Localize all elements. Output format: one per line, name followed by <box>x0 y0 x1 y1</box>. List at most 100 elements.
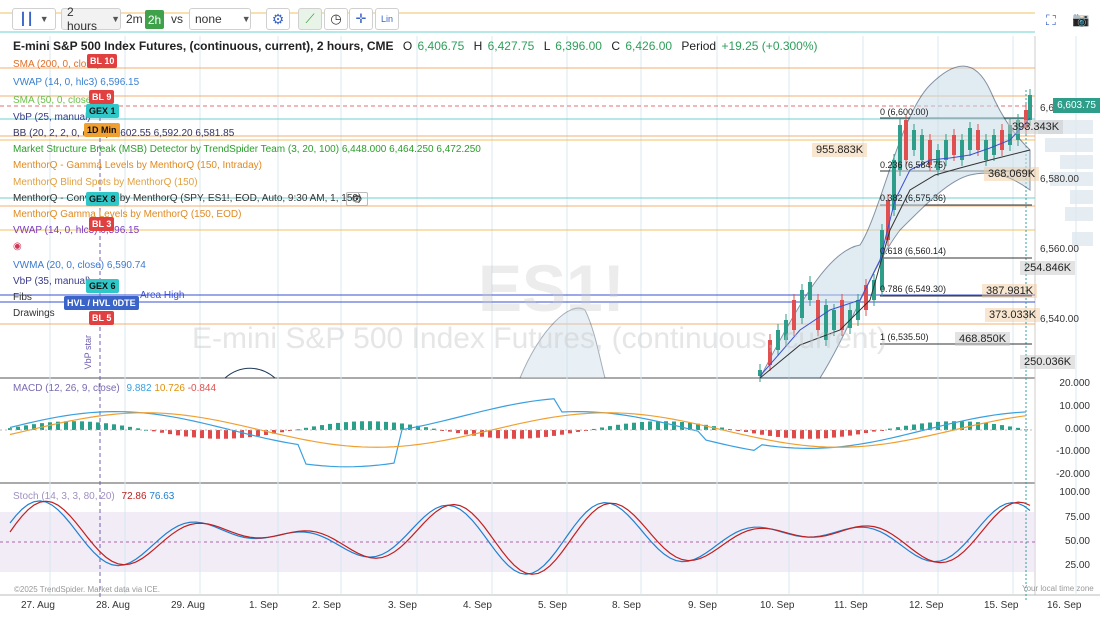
replay-button[interactable]: ◷ <box>324 8 348 30</box>
level-badge: GEX 6 <box>86 279 119 293</box>
macd-histogram-bar <box>816 430 820 439</box>
chart-type-button[interactable]: ┃┃ ▼ <box>12 8 56 30</box>
macd-histogram-bar <box>624 423 628 430</box>
fib-level-label: 0.236 (6,584.75) <box>880 160 947 170</box>
macd-histogram-bar <box>240 430 244 438</box>
settings-dot-icon[interactable]: ◉ <box>13 241 22 252</box>
macd-histogram-bar <box>176 430 180 436</box>
macd-legend: MACD (12, 26, 9, close) 9.882 10.726 -0.… <box>13 383 216 394</box>
date-tick-label: 3. Sep <box>388 600 417 611</box>
macd-histogram-bar <box>992 423 996 430</box>
macd-signal-value: 10.726 <box>154 383 185 394</box>
interval-value: 2 hours <box>67 5 98 33</box>
macd-tick-label: -20.000 <box>1056 469 1090 480</box>
macd-histogram-bar <box>768 430 772 436</box>
indicator-legend-item[interactable]: MenthorQ Gamma Levels by MenthorQ (150, … <box>13 209 241 220</box>
open-value: 6,406.75 <box>417 39 465 53</box>
indicator-legend-item[interactable]: MenthorQ - Gamma Levels by MenthorQ (150… <box>13 160 262 171</box>
macd-histogram-bar <box>368 421 372 430</box>
indicator-legend-item[interactable]: Market Structure Break (MSB) Detector by… <box>13 144 481 155</box>
indicator-legend-item[interactable]: VbP (25, manual) <box>13 112 91 123</box>
chart-title: E-mini S&P 500 Index Futures, (continuou… <box>13 39 394 53</box>
indicator-legend-item[interactable]: VbP (35, manual) <box>13 276 91 287</box>
date-tick-label: 4. Sep <box>463 600 492 611</box>
timezone-label[interactable]: Your local time zone <box>1022 584 1094 593</box>
price-tick-label: 6,580.00 <box>1040 174 1079 185</box>
scale-lin-button[interactable]: Lin <box>375 8 399 30</box>
macd-histogram-bar <box>184 430 188 437</box>
macd-histogram-bar <box>552 430 556 436</box>
crosshair-button[interactable]: ✛ <box>349 8 373 30</box>
quick-interval-2h[interactable]: 2h <box>145 10 164 29</box>
fib-level-label: 0.382 (6,575.36) <box>880 193 947 203</box>
macd-histogram-bar <box>512 430 516 439</box>
fib-level-label: 0.618 (6,560.14) <box>880 246 947 256</box>
macd-histogram-bar <box>24 425 28 430</box>
quick-interval-2m[interactable]: 2m <box>126 12 143 26</box>
stoch-tick-label: 75.00 <box>1064 512 1090 523</box>
visibility-eye-icon[interactable]: 👁 <box>346 192 368 206</box>
high-label: H <box>473 39 483 53</box>
date-tick-label: 29. Aug <box>171 600 205 611</box>
macd-tick-label: 10.000 <box>1059 401 1090 412</box>
macd-histogram-bar <box>632 422 636 430</box>
indicator-legend-item[interactable]: SMA (50, 0, close) <box>13 95 95 106</box>
macd-histogram-bar <box>1000 425 1004 430</box>
settings-button[interactable]: ⚙ <box>266 8 290 30</box>
date-tick-label: 16. Sep <box>1047 600 1082 611</box>
macd-histogram-bar <box>648 421 652 430</box>
macd-histogram-bar <box>656 421 660 430</box>
indicator-legend-item[interactable]: VWAP (14, 0, hlc3) 6,596.15 <box>13 225 139 236</box>
macd-histogram-bar <box>792 430 796 439</box>
interval-select[interactable]: 2 hours ▼ <box>61 5 121 33</box>
indicator-legend-item[interactable]: VWMA (20, 0, close) 6,590.74 <box>13 260 146 271</box>
stoch-k-value: 72.86 <box>121 491 147 502</box>
indicator-legend-item[interactable]: Drawings <box>13 308 55 319</box>
macd-histogram-bar <box>680 422 684 430</box>
indicator-legend-item[interactable]: Fibs <box>13 292 32 303</box>
stoch-tick-label: 25.00 <box>1064 560 1090 571</box>
indicator-legend-item[interactable]: VWAP (14, 0, hlc3) 6,596.15 <box>13 77 139 88</box>
fullscreen-icon[interactable]: ⛶ <box>1046 12 1056 29</box>
low-value: 6,396.00 <box>555 39 602 53</box>
macd-histogram-bar <box>200 430 204 439</box>
macd-histogram-bar <box>408 424 412 430</box>
macd-histogram-bar <box>464 430 468 435</box>
macd-histogram-bar <box>856 430 860 435</box>
volume-node-label: 254.846K <box>1020 261 1076 275</box>
macd-histogram-bar <box>752 430 756 434</box>
macd-histogram-bar <box>848 430 852 436</box>
macd-histogram-bar <box>72 421 76 430</box>
macd-histogram-bar <box>520 430 524 439</box>
camera-icon[interactable]: 📷 <box>1072 11 1089 28</box>
copyright-text: ©2025 TrendSpider. Market data via ICE. <box>14 585 160 594</box>
macd-histogram-bar <box>920 423 924 430</box>
macd-histogram-bar <box>1008 426 1012 430</box>
trend-tool-button[interactable]: ⟋ <box>298 8 322 30</box>
stoch-d-value: 76.63 <box>149 491 175 502</box>
macd-histogram-bar <box>248 430 252 438</box>
macd-histogram-bar <box>984 422 988 430</box>
clock-icon: ◷ <box>330 11 342 26</box>
price-tick-label: 6,540.00 <box>1040 314 1079 325</box>
macd-histogram-bar <box>480 430 484 437</box>
close-value: 6,426.00 <box>625 39 673 53</box>
indicator-legend-item[interactable]: BB (20, 2, 2, 0, close) 6,602.55 6,592.2… <box>13 128 234 139</box>
macd-histogram-bar <box>344 422 348 430</box>
current-price-tag: 6,603.75 <box>1053 98 1100 113</box>
macd-tick-label: 0.000 <box>1064 424 1090 435</box>
indicator-legend-item[interactable]: MenthorQ - Conversion by MenthorQ (SPY, … <box>13 193 361 204</box>
value-area-high-label: Area High <box>140 290 185 301</box>
macd-histogram-bar <box>832 430 836 438</box>
macd-histogram-bar <box>192 430 196 438</box>
lin-label: Lin <box>380 14 393 24</box>
indicator-legend-item[interactable]: MenthorQ Blind Spots by MenthorQ (150) <box>13 177 198 188</box>
fib-level-label: 1 (6,535.50) <box>880 332 929 342</box>
level-badge: BL 10 <box>87 54 118 68</box>
top-toolbar: ┃┃ ▼ 2 hours ▼ 2m 2h vs none ▼ ⚙ ⟋ ◷ ✛ Lin … <box>0 0 1100 36</box>
macd-histogram-bar <box>360 421 364 430</box>
macd-histogram-bar <box>544 430 548 437</box>
macd-histogram-bar <box>504 430 508 439</box>
level-badge: GEX 1 <box>86 104 119 118</box>
compare-select[interactable]: none ▼ <box>189 8 251 30</box>
